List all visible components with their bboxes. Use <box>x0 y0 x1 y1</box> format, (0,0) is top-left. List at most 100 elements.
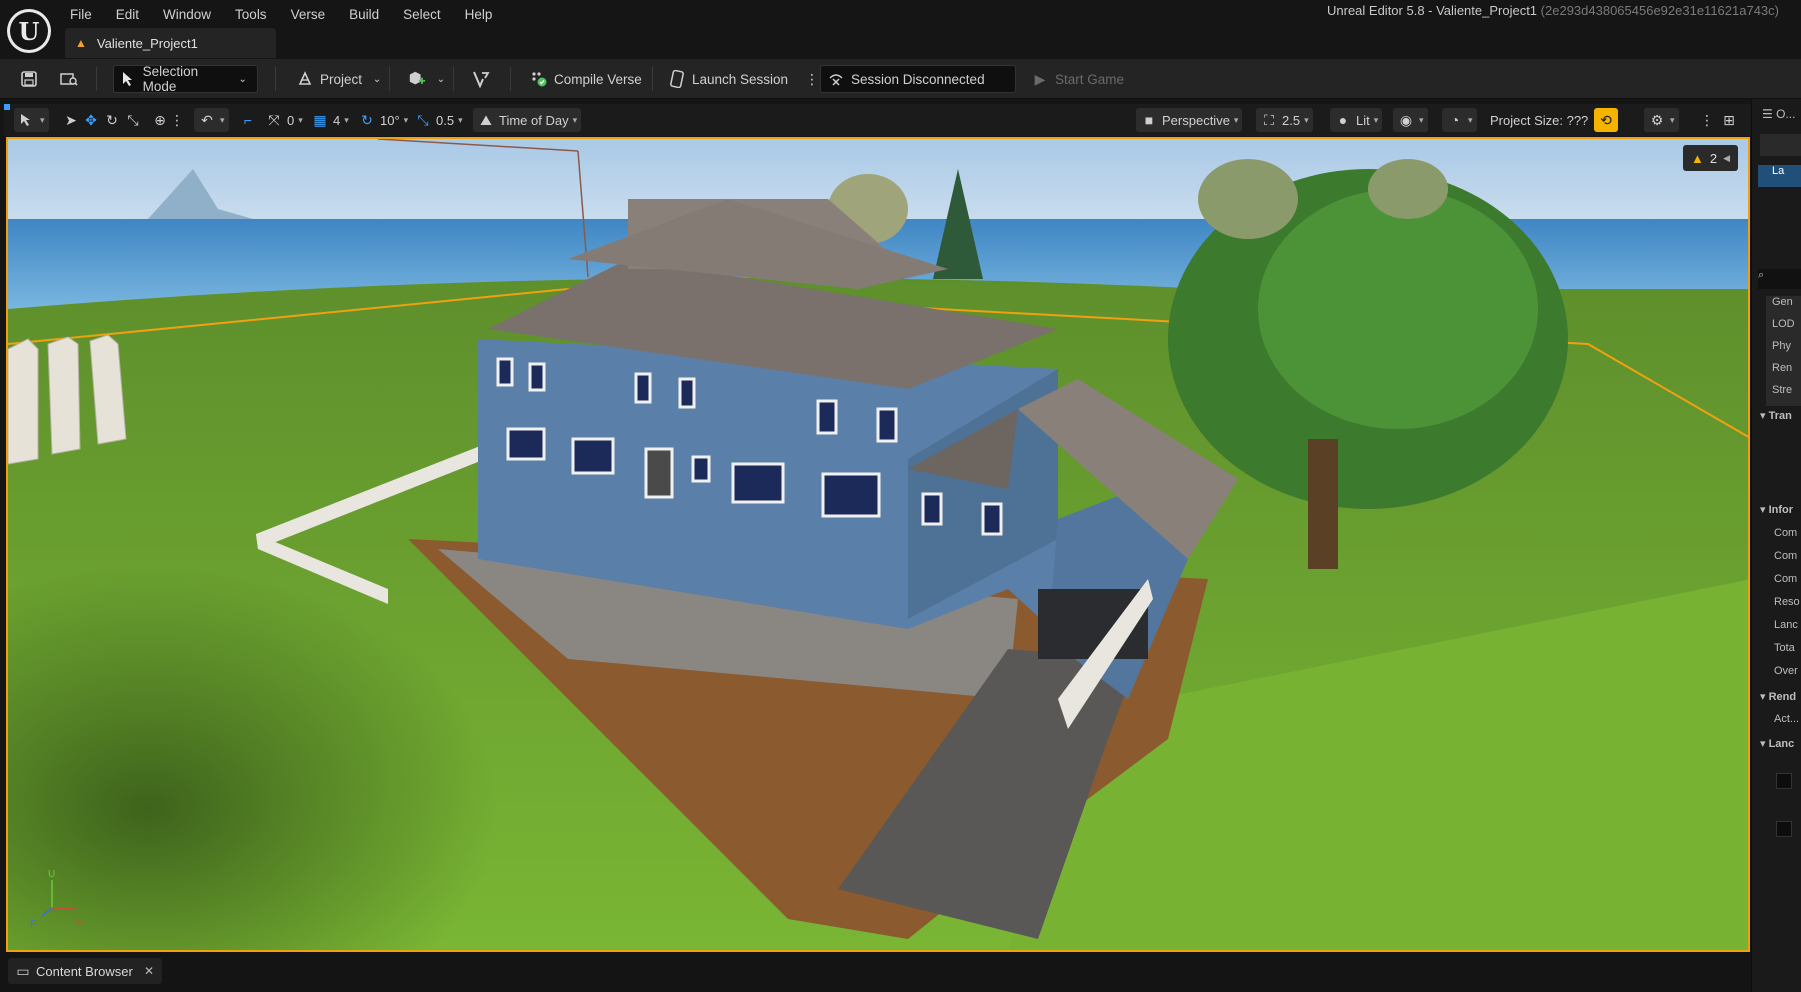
kebab-menu-icon: ⋮ <box>1700 111 1714 128</box>
info-row: Com <box>1774 550 1801 572</box>
level-viewport[interactable]: ▲ 2 ◀ U L F <box>6 137 1750 952</box>
start-game-button[interactable]: ▶ Start Game <box>1025 65 1130 93</box>
chevron-down-icon: ▾ <box>572 114 578 125</box>
rotation-snap-dropdown[interactable]: ↻ 10° ▾ <box>354 108 412 132</box>
filter-label: Ren <box>1772 362 1793 374</box>
surface-snap-dropdown[interactable]: ↶ ▾ <box>194 108 229 132</box>
details-filter-physics[interactable]: Phy <box>1766 340 1801 362</box>
axis-label-right: L <box>76 915 82 926</box>
section-rendering[interactable]: ▾ Rend <box>1760 690 1801 712</box>
toolbar-separator <box>275 67 276 91</box>
layout-button[interactable]: ⊞ <box>1716 108 1742 132</box>
warnings-badge[interactable]: ▲ 2 ◀ <box>1682 145 1738 171</box>
project-dropdown[interactable]: Project ⌄ <box>290 65 392 93</box>
details-filter-rendering[interactable]: Ren <box>1766 362 1801 384</box>
verse-icon <box>472 70 490 88</box>
details-search-input[interactable]: ⌕ <box>1758 269 1801 289</box>
menu-window[interactable]: Window <box>151 4 223 25</box>
rotation-snap-value: 10° <box>380 112 400 128</box>
outliner-tab-label: O... <box>1776 107 1796 121</box>
menu-verse[interactable]: Verse <box>279 4 338 25</box>
selection-mode-label: Selection Mode <box>142 64 199 94</box>
play-icon: ▶ <box>1034 70 1046 87</box>
save-button[interactable] <box>14 65 44 93</box>
kebab-menu-icon: ⋮ <box>170 111 184 128</box>
lit-sphere-icon: ● <box>1338 112 1348 128</box>
outliner-selected-row[interactable]: La <box>1758 165 1801 187</box>
section-label: Infor <box>1768 504 1794 516</box>
info-label: Com <box>1774 550 1798 562</box>
title-bar: U File Edit Window Tools Verse Build Sel… <box>0 0 1801 59</box>
chevron-down-icon: ▾ <box>403 114 409 125</box>
menu-tools[interactable]: Tools <box>223 4 279 25</box>
menu-select[interactable]: Select <box>391 4 453 25</box>
compile-verse-button[interactable]: Compile Verse <box>524 65 648 93</box>
surface-snap-icon: ↶ <box>201 111 213 128</box>
menu-edit[interactable]: Edit <box>104 4 151 25</box>
info-row: Lanc <box>1774 619 1801 641</box>
sun-horizon-icon: ⛰ <box>480 111 492 128</box>
info-row: Over <box>1774 665 1801 687</box>
info-row: Com <box>1774 573 1801 595</box>
perspective-dropdown[interactable]: ■ Perspective ▾ <box>1136 108 1243 132</box>
verse-button[interactable] <box>466 65 496 93</box>
translate-snap-dropdown[interactable]: ⤧ 0 ▾ <box>261 108 307 132</box>
performance-dropdown[interactable]: ◔ ▾ <box>1442 108 1477 132</box>
chevron-down-icon: ⌄ <box>238 73 247 85</box>
details-filter-general[interactable]: Gen <box>1766 296 1801 318</box>
axis-label-up: U <box>48 869 56 880</box>
disconnected-icon <box>827 70 845 88</box>
realtime-toggle-button[interactable]: ⟲ <box>1594 108 1618 132</box>
move-arrows-icon: ✥ <box>85 111 97 128</box>
outliner-row-label: La <box>1772 165 1785 177</box>
section-transform[interactable]: ▾ Tran <box>1760 409 1801 431</box>
details-filter-lod[interactable]: LOD <box>1766 318 1801 340</box>
toolbar-separator <box>510 67 511 91</box>
start-game-label: Start Game <box>1055 71 1125 87</box>
settings-dropdown[interactable]: ⚙ ▾ <box>1644 108 1679 132</box>
snap-vertex-button[interactable]: ⌐ <box>235 108 261 132</box>
chevron-down-icon: ▾ <box>1304 114 1309 125</box>
grid-snap-dropdown[interactable]: ▦ 4 ▾ <box>307 108 353 132</box>
outliner-filter-bar[interactable] <box>1760 134 1801 156</box>
section-label: Lanc <box>1768 738 1795 750</box>
checkbox[interactable] <box>1776 773 1792 789</box>
outliner-tab[interactable]: ☰ O... <box>1762 107 1801 129</box>
filter-label: LOD <box>1772 318 1795 330</box>
time-of-day-label: Time of Day <box>499 112 569 128</box>
project-size-label: Project Size: ??? <box>1490 112 1589 128</box>
menu-build[interactable]: Build <box>337 4 391 25</box>
warning-icon: ▲ <box>1690 150 1704 166</box>
content-browser-tab[interactable]: ▭ Content Browser ✕ <box>8 958 162 984</box>
menu-file[interactable]: File <box>58 4 104 25</box>
add-content-dropdown[interactable]: ⌄ <box>402 65 456 93</box>
close-icon[interactable]: ✕ <box>144 964 154 978</box>
axis-label-forward: F <box>30 919 37 930</box>
chevron-down-icon: ▾ <box>40 114 45 125</box>
browse-content-button[interactable] <box>54 65 84 93</box>
viewport-options-dropdown[interactable]: ▾ <box>14 108 49 132</box>
camera-speed-dropdown[interactable]: ⛶ 2.5 ▾ <box>1256 108 1313 132</box>
viewport-toolbar: ▾ ➤ ✥ ↻ ⤡ ⊕ ⋮ ↶ ▾ ⌐ ⤧ 0 ▾ ▦ 4 ▾ ↻ 10° ▾ … <box>4 104 1751 136</box>
menu-help[interactable]: Help <box>453 4 505 25</box>
project-tab[interactable]: ▲ Valiente_Project1 <box>65 28 276 58</box>
selection-mode-dropdown[interactable]: Selection Mode ⌄ <box>113 64 258 94</box>
details-filter-streaming[interactable]: Stre <box>1766 384 1801 406</box>
filter-label: Phy <box>1772 340 1791 352</box>
info-row: Reso <box>1774 596 1801 618</box>
section-information[interactable]: ▾ Infor <box>1760 503 1801 525</box>
launch-session-button[interactable]: Launch Session <box>662 65 794 93</box>
show-flags-dropdown[interactable]: ◉ ▾ <box>1393 108 1428 132</box>
camera-speed-icon: ⛶ <box>1264 111 1274 128</box>
transform-more-button[interactable]: ⋮ <box>164 108 190 132</box>
chevron-down-icon: ▾ <box>1468 114 1473 125</box>
scale-tool-button[interactable]: ⤡ <box>120 108 146 132</box>
section-landscape[interactable]: ▾ Lanc <box>1760 737 1801 759</box>
view-mode-dropdown[interactable]: ● Lit ▾ <box>1330 108 1383 132</box>
scale-snap-dropdown[interactable]: ⤡ 0.5 ▾ <box>410 108 467 132</box>
unreal-logo-icon[interactable]: U <box>7 9 51 53</box>
time-of-day-dropdown[interactable]: ⛰ Time of Day ▾ <box>473 108 582 132</box>
checkbox[interactable] <box>1776 821 1792 837</box>
session-status-label: Session Disconnected <box>851 71 985 87</box>
camera-icon: ■ <box>1144 112 1154 128</box>
